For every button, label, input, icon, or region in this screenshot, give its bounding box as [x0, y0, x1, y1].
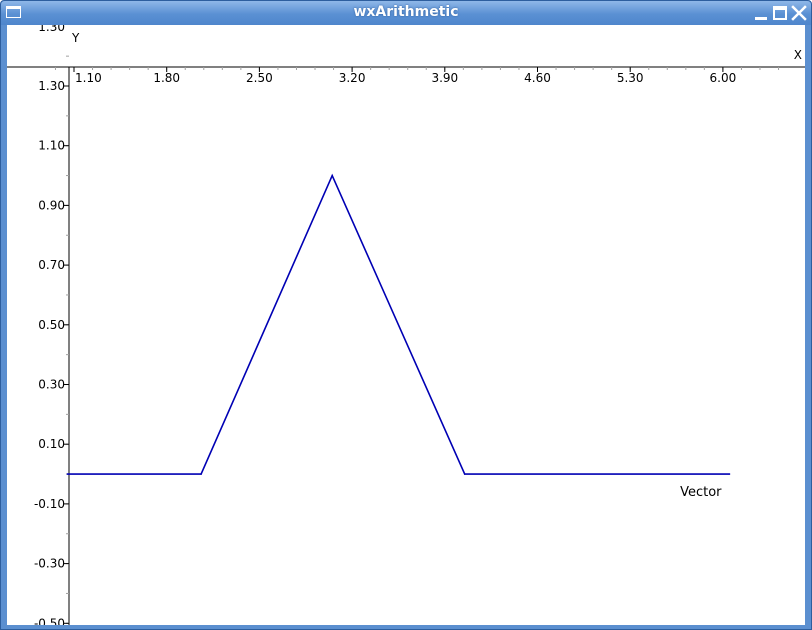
y-tick-label: -0.50: [34, 616, 65, 625]
application-window: wxArithmetic 1.10 1.80 2.50 3.20 3.90 4.60 5.3…: [0, 0, 812, 630]
x-tick-label: 1.80: [153, 71, 180, 85]
y-tick-label: 1.10: [38, 139, 65, 153]
y-tick-label: 0.30: [38, 378, 65, 392]
plot-area[interactable]: 1.10 1.80 2.50 3.20 3.90 4.60 5.30 6.00 1.30 1.10…: [7, 25, 805, 625]
y-tick-label: 0.70: [38, 258, 65, 272]
y-axis-label: Y: [71, 31, 80, 45]
y-tick-label-overflow: 1.30: [38, 25, 65, 34]
line-chart[interactable]: 1.10 1.80 2.50 3.20 3.90 4.60 5.30 6.00 1.30 1.10…: [7, 25, 805, 625]
maximize-icon[interactable]: [772, 5, 788, 21]
title-bar[interactable]: wxArithmetic: [1, 1, 811, 25]
x-tick-label: 3.90: [431, 71, 458, 85]
x-tick-label: 5.30: [617, 71, 644, 85]
x-tick-label: 1.10: [75, 71, 102, 85]
data-point: [331, 174, 334, 177]
x-tick-label: 6.00: [710, 71, 737, 85]
window-title: wxArithmetic: [353, 4, 459, 20]
y-tick-label: 0.10: [38, 437, 65, 451]
y-tick-label: 1.30: [38, 79, 65, 93]
data-point: [200, 473, 202, 475]
legend-label: Vector: [680, 485, 722, 500]
data-point: [463, 473, 466, 475]
y-tick-label: -0.10: [34, 497, 65, 511]
data-point: [728, 473, 731, 475]
x-axis-label: X: [794, 48, 802, 62]
data-point: [66, 473, 69, 475]
minimize-icon[interactable]: [753, 5, 769, 21]
y-tick-label: -0.30: [34, 557, 65, 571]
x-tick-label: 3.20: [339, 71, 366, 85]
x-tick-label: 4.60: [524, 71, 551, 85]
series-line-0[interactable]: [67, 173, 730, 475]
x-tick-label: 2.50: [246, 71, 273, 85]
y-tick-label: 0.90: [38, 198, 65, 212]
close-icon[interactable]: [791, 5, 807, 21]
y-tick-label: 0.50: [38, 318, 65, 332]
